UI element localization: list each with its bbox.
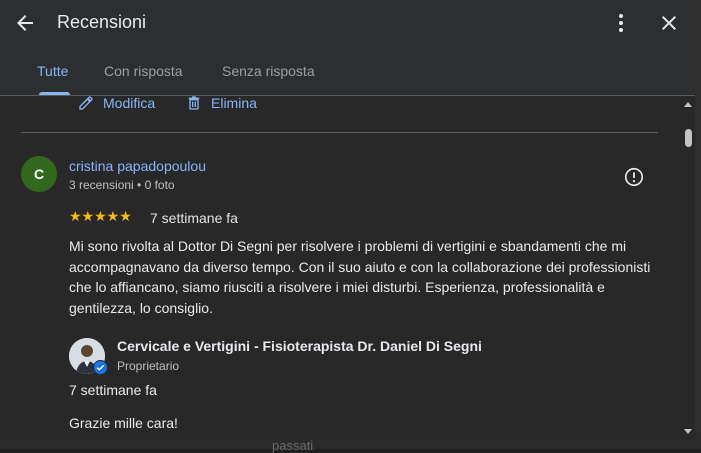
dialog-title: Recensioni bbox=[57, 12, 147, 32]
background-text: passati bbox=[272, 438, 314, 453]
tab-without-reply[interactable]: Senza risposta bbox=[222, 63, 315, 79]
pencil-icon bbox=[79, 96, 93, 110]
edit-label: Modifica bbox=[103, 95, 156, 111]
dialog-header: Recensioni Tutte Con risposta Senza risp… bbox=[0, 0, 695, 96]
report-icon bbox=[624, 167, 644, 187]
report-button[interactable] bbox=[623, 166, 645, 188]
tab-with-reply[interactable]: Con risposta bbox=[104, 63, 183, 79]
scroll-down-arrow[interactable] bbox=[684, 429, 692, 434]
active-tab-indicator bbox=[39, 92, 70, 95]
delete-button[interactable]: Elimina bbox=[186, 95, 257, 111]
owner-role: Proprietario bbox=[117, 359, 180, 373]
tab-all[interactable]: Tutte bbox=[37, 63, 68, 79]
reviews-dialog: Recensioni Tutte Con risposta Senza risp… bbox=[0, 0, 695, 440]
review-text: Mi sono rivolta al Dottor Di Segni per r… bbox=[69, 238, 651, 316]
more-options-button[interactable] bbox=[609, 11, 633, 35]
scroll-thumb[interactable] bbox=[685, 129, 692, 147]
reviewer-avatar[interactable]: C bbox=[21, 156, 57, 192]
trash-icon bbox=[188, 96, 200, 110]
reply-date: 7 settimane fa bbox=[69, 382, 157, 398]
scrollbar[interactable] bbox=[681, 96, 695, 440]
close-icon bbox=[662, 16, 676, 30]
review-date: 7 settimane fa bbox=[150, 210, 238, 226]
delete-label: Elimina bbox=[211, 95, 257, 111]
reviewer-meta: 3 recensioni • 0 foto bbox=[69, 178, 175, 192]
reviews-list: Modifica Elimina C cristina papadopoulou… bbox=[0, 95, 681, 440]
verified-badge-icon bbox=[93, 360, 108, 375]
back-button[interactable] bbox=[13, 11, 37, 35]
star-rating: ★★★★★ bbox=[69, 208, 132, 224]
close-button[interactable] bbox=[657, 11, 681, 35]
background-edge bbox=[695, 0, 701, 449]
review-divider bbox=[21, 132, 658, 133]
arrow-back-icon bbox=[17, 15, 33, 31]
reply-text: Grazie mille cara! bbox=[69, 415, 178, 431]
scroll-up-arrow[interactable] bbox=[684, 102, 692, 107]
edit-button[interactable]: Modifica bbox=[78, 95, 155, 111]
reviewer-name[interactable]: cristina papadopoulou bbox=[69, 158, 206, 174]
owner-name: Cervicale e Vertigini - Fisioterapista D… bbox=[117, 338, 482, 354]
more-vert-icon bbox=[619, 14, 623, 32]
